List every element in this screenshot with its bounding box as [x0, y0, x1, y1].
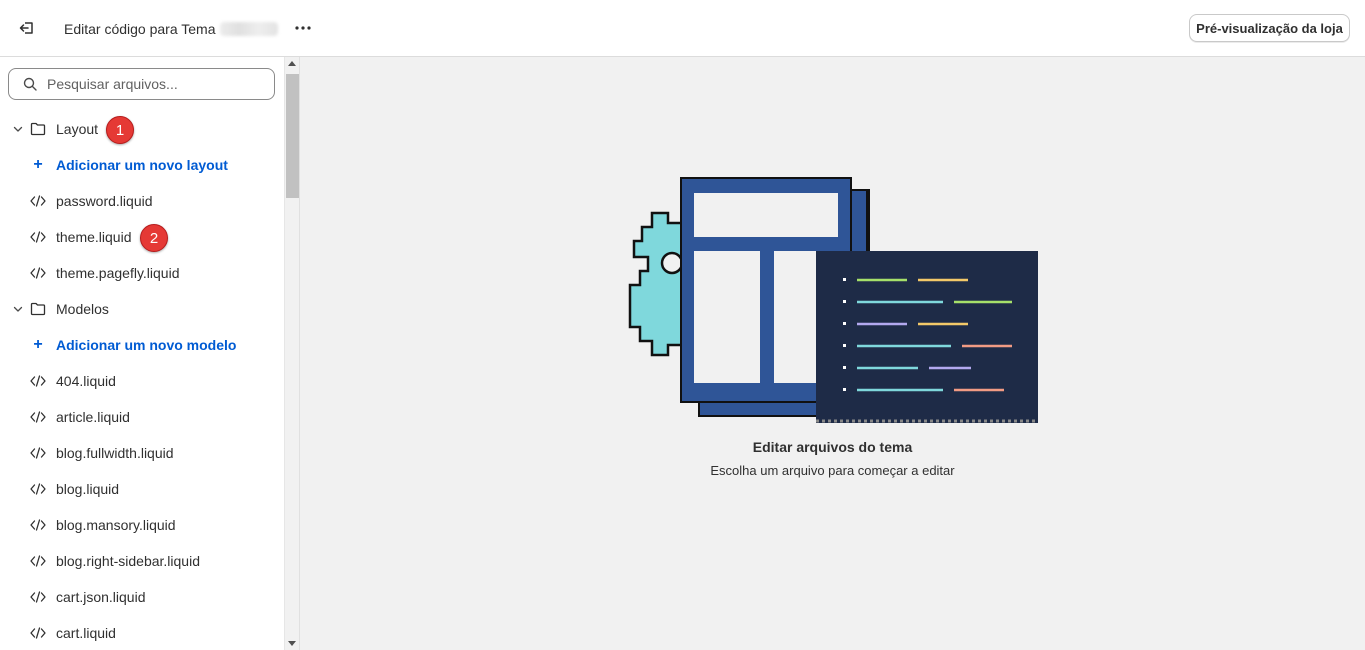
scroll-down-arrow-icon[interactable] — [288, 641, 296, 646]
chevron-down-icon — [13, 306, 23, 312]
search-input[interactable] — [47, 76, 257, 92]
file-item[interactable]: 404.liquid — [0, 363, 284, 399]
plus-icon: + — [33, 156, 43, 173]
file-name: 404.liquid — [56, 373, 116, 389]
scroll-up-arrow-icon[interactable] — [288, 61, 296, 66]
more-horizontal-icon — [295, 26, 311, 30]
file-name: cart.json.liquid — [56, 589, 146, 605]
file-tree: Layout + Adicionar um novo layout passwo… — [0, 111, 284, 650]
folder-layout[interactable]: Layout — [0, 111, 284, 147]
add-layout-button[interactable]: + Adicionar um novo layout — [0, 147, 284, 183]
more-actions-button[interactable] — [292, 17, 314, 39]
code-icon — [30, 229, 46, 245]
search-icon — [23, 77, 37, 91]
annotation-badge-1: 1 — [106, 116, 134, 144]
plus-icon: + — [33, 336, 43, 353]
file-name: theme.pagefly.liquid — [56, 265, 180, 281]
add-model-label: Adicionar um novo modelo — [56, 337, 237, 353]
file-item[interactable]: blog.liquid — [0, 471, 284, 507]
store-preview-button[interactable]: Pré-visualização da loja — [1189, 14, 1350, 42]
file-item[interactable]: cart.json.liquid — [0, 579, 284, 615]
folder-icon — [30, 121, 46, 137]
file-name: blog.mansory.liquid — [56, 517, 176, 533]
code-icon — [30, 193, 46, 209]
file-item[interactable]: blog.right-sidebar.liquid — [0, 543, 284, 579]
file-sidebar: Layout + Adicionar um novo layout passwo… — [0, 57, 284, 650]
code-icon — [30, 265, 46, 281]
theme-name-redacted — [219, 22, 278, 36]
folder-layout-label: Layout — [56, 121, 99, 137]
code-icon — [30, 373, 46, 389]
editor-area: Editar arquivos do tema Escolha um arqui… — [300, 57, 1365, 650]
folder-models[interactable]: Modelos — [0, 291, 284, 327]
code-icon — [30, 409, 46, 425]
code-icon — [30, 445, 46, 461]
top-bar: Editar código para Tema Pré-visualização… — [0, 0, 1365, 57]
file-name: blog.liquid — [56, 481, 120, 497]
exit-button[interactable] — [16, 17, 38, 39]
file-item[interactable]: password.liquid — [0, 183, 284, 219]
file-item[interactable]: theme.pagefly.liquid — [0, 255, 284, 291]
file-item[interactable]: cart.liquid — [0, 615, 284, 650]
add-layout-label: Adicionar um novo layout — [56, 157, 228, 173]
file-item[interactable]: blog.mansory.liquid — [0, 507, 284, 543]
file-name: theme.liquid — [56, 229, 132, 245]
file-item[interactable]: article.liquid — [0, 399, 284, 435]
code-editor-illustration — [628, 177, 1038, 423]
file-name: blog.fullwidth.liquid — [56, 445, 174, 461]
scroll-thumb[interactable] — [286, 74, 299, 198]
page-title: Editar código para Tema — [64, 19, 278, 39]
file-name: password.liquid — [56, 193, 153, 209]
code-icon — [30, 481, 46, 497]
file-name: cart.liquid — [56, 625, 116, 641]
code-icon — [30, 517, 46, 533]
empty-state-subtitle: Escolha um arquivo para começar a editar — [710, 463, 955, 478]
page-title-text: Editar código para Tema — [64, 21, 216, 37]
file-name: article.liquid — [56, 409, 130, 425]
search-box[interactable] — [8, 68, 275, 100]
file-item[interactable]: blog.fullwidth.liquid — [0, 435, 284, 471]
exit-icon — [19, 22, 33, 34]
folder-icon — [30, 301, 46, 317]
code-icon — [30, 589, 46, 605]
chevron-down-icon — [13, 126, 23, 132]
folder-models-label: Modelos — [56, 301, 109, 317]
gear-icon — [628, 211, 686, 357]
sidebar-scrollbar[interactable] — [284, 57, 300, 650]
code-icon — [30, 625, 46, 641]
code-icon — [30, 553, 46, 569]
annotation-badge-2: 2 — [140, 224, 168, 252]
file-name: blog.right-sidebar.liquid — [56, 553, 200, 569]
add-model-button[interactable]: + Adicionar um novo modelo — [0, 327, 284, 363]
empty-state-title: Editar arquivos do tema — [752, 439, 913, 455]
